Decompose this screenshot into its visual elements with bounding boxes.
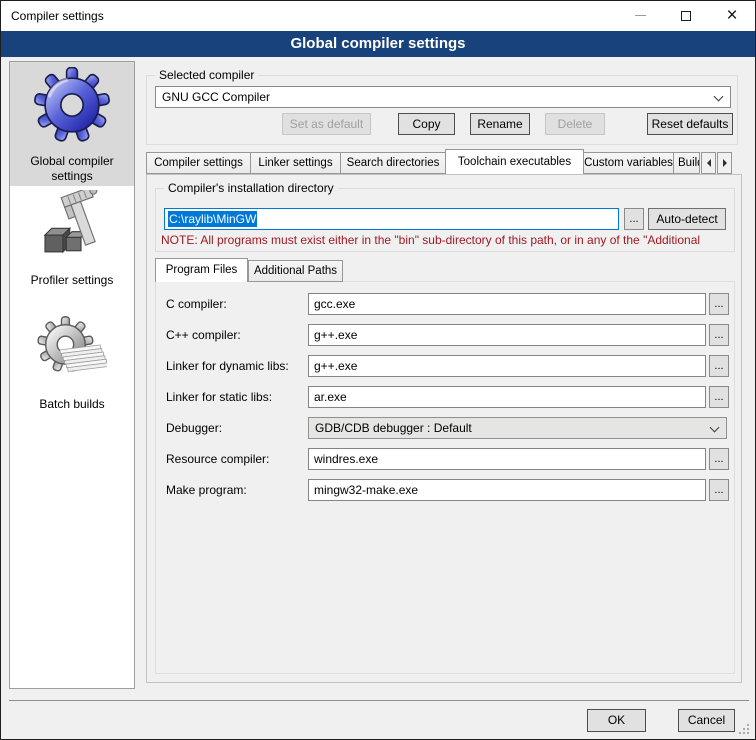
tab-compiler-settings[interactable]: Compiler settings: [146, 152, 251, 174]
close-button[interactable]: ×: [709, 1, 755, 30]
sidebar-item-profiler-settings[interactable]: Profiler settings: [10, 188, 134, 292]
browse-linker-static-button[interactable]: ...: [709, 386, 729, 408]
debugger-select-value: GDB/CDB debugger : Default: [315, 421, 472, 435]
field-row-cpp-compiler: C++ compiler: ...: [156, 324, 734, 346]
settings-tabbar: Compiler settings Linker settings Search…: [146, 152, 732, 174]
browse-dir-button[interactable]: ...: [624, 208, 644, 230]
sidebar-item-batch-builds[interactable]: Batch builds: [10, 310, 134, 414]
chevron-down-icon: [714, 92, 724, 102]
minimize-icon: [635, 15, 646, 16]
auto-detect-button[interactable]: Auto-detect: [648, 208, 726, 230]
maximize-icon: [681, 11, 691, 21]
gray-gear-builds-icon: [37, 316, 107, 391]
program-files-panel: C compiler: ... C++ compiler: ... Linker…: [155, 281, 735, 674]
titlebar[interactable]: Compiler settings ×: [1, 1, 755, 31]
maximize-button[interactable]: [663, 1, 709, 30]
chevron-down-icon: [710, 423, 720, 433]
installation-directory-group: Compiler's installation directory C:\ray…: [155, 188, 735, 252]
field-label: Resource compiler:: [166, 452, 269, 466]
install-dir-selected-text: C:\raylib\MinGW: [168, 211, 257, 227]
browse-cpp-compiler-button[interactable]: ...: [709, 324, 729, 346]
resource-compiler-input[interactable]: [308, 448, 706, 470]
toolchain-executables-panel: Compiler's installation directory C:\ray…: [146, 174, 742, 683]
field-label: C compiler:: [166, 297, 227, 311]
tab-scroll-right-button[interactable]: [717, 152, 732, 174]
minimize-button[interactable]: [617, 1, 663, 30]
blue-gear-icon: [34, 67, 110, 148]
selected-compiler-group: Selected compiler GNU GCC Compiler Set a…: [146, 75, 738, 145]
group-label: Selected compiler: [155, 68, 258, 82]
field-label: Debugger:: [166, 421, 222, 435]
sidebar-item-label: Profiler settings: [31, 273, 114, 288]
settings-category-list: Global compiler settings: [9, 61, 135, 689]
compiler-select[interactable]: GNU GCC Compiler: [155, 86, 731, 108]
make-program-input[interactable]: [308, 479, 706, 501]
tab-toolchain-executables[interactable]: Toolchain executables: [445, 149, 584, 174]
c-compiler-input[interactable]: [308, 293, 706, 315]
copy-button[interactable]: Copy: [398, 113, 455, 135]
window-title: Compiler settings: [11, 9, 104, 23]
tab-linker-settings[interactable]: Linker settings: [251, 152, 341, 174]
cancel-button[interactable]: Cancel: [678, 709, 735, 732]
footer-divider: [9, 700, 749, 701]
bin-subdirectory-note: NOTE: All programs must exist either in …: [161, 233, 733, 247]
tab-scroll-left-button[interactable]: [701, 152, 716, 174]
sidebar-item-global-compiler-settings[interactable]: Global compiler settings: [10, 62, 134, 186]
rename-button[interactable]: Rename: [470, 113, 530, 135]
linker-static-input[interactable]: [308, 386, 706, 408]
browse-resource-compiler-button[interactable]: ...: [709, 448, 729, 470]
group-label: Compiler's installation directory: [164, 181, 338, 195]
tab-custom-variables[interactable]: Custom variables: [584, 152, 674, 174]
field-row-linker-dynamic: Linker for dynamic libs: ...: [156, 355, 734, 377]
field-row-make-program: Make program: ...: [156, 479, 734, 501]
arrow-right-icon: [723, 159, 727, 167]
resize-grip-dots: [739, 724, 741, 726]
field-row-c-compiler: C compiler: ...: [156, 293, 734, 315]
install-dir-input[interactable]: C:\raylib\MinGW: [164, 208, 619, 230]
browse-c-compiler-button[interactable]: ...: [709, 293, 729, 315]
cpp-compiler-input[interactable]: [308, 324, 706, 346]
reset-defaults-button[interactable]: Reset defaults: [647, 113, 733, 135]
tab-search-directories[interactable]: Search directories: [341, 152, 446, 174]
compiler-settings-window: Compiler settings × Global compiler sett…: [0, 0, 756, 740]
sidebar-item-label: Global compiler settings: [10, 154, 134, 184]
set-as-default-button: Set as default: [282, 113, 371, 135]
browse-make-program-button[interactable]: ...: [709, 479, 729, 501]
subtab-additional-paths[interactable]: Additional Paths: [248, 260, 343, 282]
linker-dynamic-input[interactable]: [308, 355, 706, 377]
sidebar-item-label: Batch builds: [39, 397, 104, 412]
field-label: C++ compiler:: [166, 328, 241, 342]
field-label: Make program:: [166, 483, 247, 497]
arrow-left-icon: [707, 159, 711, 167]
debugger-select[interactable]: GDB/CDB debugger : Default: [308, 417, 727, 439]
ok-button[interactable]: OK: [587, 709, 646, 732]
caliper-icon: [36, 190, 108, 267]
compiler-select-value: GNU GCC Compiler: [162, 90, 270, 104]
close-icon: ×: [726, 6, 737, 25]
tab-build-options[interactable]: Build options: [674, 152, 700, 174]
field-row-resource-compiler: Resource compiler: ...: [156, 448, 734, 470]
subtab-program-files[interactable]: Program Files: [155, 258, 248, 282]
field-row-linker-static: Linker for static libs: ...: [156, 386, 734, 408]
field-label: Linker for dynamic libs:: [166, 359, 289, 373]
delete-button: Delete: [545, 113, 605, 135]
resize-grip[interactable]: [739, 724, 750, 735]
page-title: Global compiler settings: [1, 31, 755, 57]
field-row-debugger: Debugger: GDB/CDB debugger : Default: [156, 417, 734, 439]
field-label: Linker for static libs:: [166, 390, 272, 404]
browse-linker-dynamic-button[interactable]: ...: [709, 355, 729, 377]
